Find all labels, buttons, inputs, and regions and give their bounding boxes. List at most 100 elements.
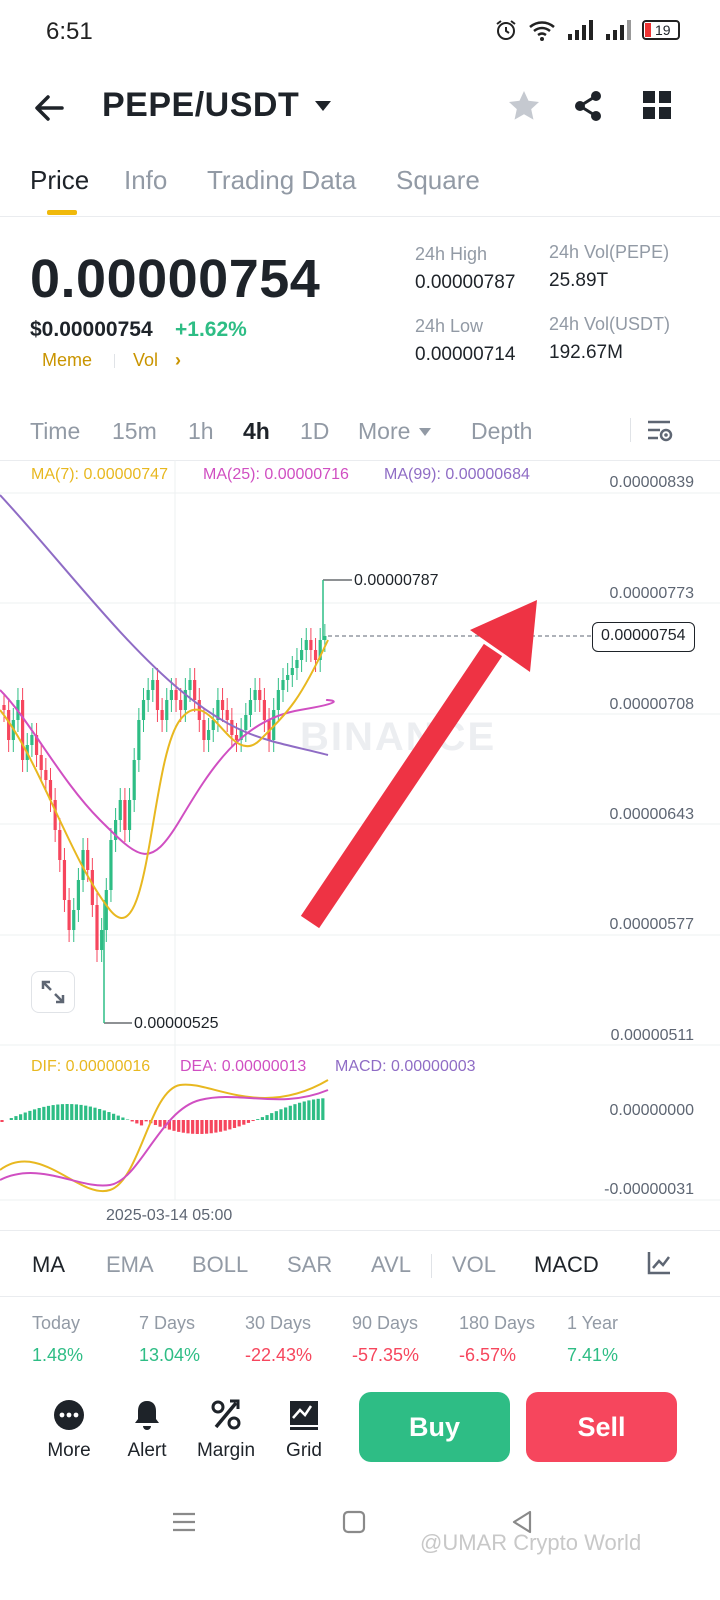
perf-label-7d: 7 Days: [139, 1313, 196, 1333]
trend-arrow: [300, 600, 537, 929]
candle-body: [2, 705, 6, 710]
tab-info[interactable]: Info: [124, 165, 167, 196]
favorite-button[interactable]: [506, 88, 542, 124]
macd-histogram-bar: [153, 1120, 158, 1126]
candle-body: [262, 700, 266, 720]
chart-bottom-divider: [0, 1230, 720, 1231]
tag-chevron-icon[interactable]: ›: [175, 350, 181, 371]
perf-value-90d: -57.35%: [352, 1345, 420, 1365]
candle-body: [132, 760, 136, 800]
battery-level: 19: [655, 22, 671, 38]
macd-histogram-bar: [242, 1120, 246, 1125]
fullscreen-button[interactable]: [31, 971, 75, 1013]
usd-price: $0.00000754: [30, 318, 153, 341]
candle-body: [165, 700, 169, 720]
interval-time[interactable]: Time: [30, 418, 80, 445]
alert-action[interactable]: Alert: [107, 1398, 187, 1462]
indicator-sar[interactable]: SAR: [287, 1252, 332, 1278]
pair-selector[interactable]: PEPE/USDT: [102, 86, 333, 125]
indicator-boll[interactable]: BOLL: [192, 1252, 248, 1278]
macd-histogram-bar: [181, 1120, 185, 1133]
dea-line: [0, 1089, 329, 1187]
y-tick-3: 0.00000708: [609, 696, 694, 713]
grid-action[interactable]: Grid: [264, 1398, 344, 1462]
macd-histogram-bar: [186, 1120, 190, 1134]
perf-label-180d: 180 Days: [459, 1313, 536, 1333]
time-axis-label: 2025-03-14 05:00: [106, 1207, 233, 1224]
macd-histogram-bar: [98, 1108, 102, 1120]
indicator-avl[interactable]: AVL: [371, 1252, 411, 1278]
tab-square[interactable]: Square: [396, 165, 480, 196]
macd-histogram-bar: [158, 1120, 162, 1127]
candle-body: [72, 910, 76, 930]
interval-depth[interactable]: Depth: [471, 418, 532, 445]
candle-body: [30, 735, 34, 745]
candle-body: [104, 890, 108, 930]
candle-body: [244, 715, 248, 730]
indicator-settings-button[interactable]: [646, 1250, 672, 1281]
interval-4h[interactable]: 4h: [243, 418, 270, 445]
candle-body: [76, 880, 80, 910]
macd-histogram-bar: [32, 1109, 37, 1120]
candle-body: [21, 700, 25, 760]
macd-histogram-bar: [228, 1120, 232, 1130]
macd-histogram-bar: [60, 1104, 65, 1120]
candle-body: [67, 900, 71, 930]
high-label: 24h High: [415, 244, 488, 264]
macd-histogram-bar: [256, 1119, 260, 1120]
candle-body: [281, 680, 285, 690]
sell-button[interactable]: Sell: [526, 1392, 677, 1462]
tabs-divider: [0, 216, 720, 217]
macd-histogram-bar: [246, 1120, 251, 1123]
share-button[interactable]: [570, 88, 606, 124]
current-price-tag[interactable]: 0.00000754: [592, 622, 695, 652]
tab-trading-data[interactable]: Trading Data: [207, 165, 356, 196]
candle-body: [313, 650, 318, 660]
macd-histogram-bar: [84, 1105, 88, 1120]
low-label: 24h Low: [415, 316, 484, 336]
candle-body: [188, 680, 192, 690]
tag-meme[interactable]: Meme: [42, 350, 92, 371]
macd-histogram-bar: [251, 1120, 255, 1122]
tab-price[interactable]: Price: [30, 165, 89, 196]
back-button[interactable]: [30, 88, 70, 128]
indicator-macd[interactable]: MACD: [534, 1252, 599, 1278]
candle-body: [39, 755, 43, 770]
macd-histogram-bar: [37, 1108, 41, 1120]
dea-legend: DEA: 0.00000013: [180, 1058, 307, 1075]
interval-more[interactable]: More: [358, 418, 410, 445]
candle-body: [169, 690, 173, 700]
vol-base-value: 25.89T: [549, 270, 609, 291]
footer-watermark: @UMAR Crypto World: [420, 1530, 642, 1555]
nav-home-button[interactable]: [340, 1508, 368, 1541]
price-change: +1.62%: [175, 318, 247, 341]
layout-button[interactable]: [640, 88, 676, 124]
y-tick-4: 0.00000643: [609, 806, 694, 823]
candle-body: [248, 700, 253, 715]
macd-histogram-bar: [139, 1120, 144, 1126]
indicator-ma[interactable]: MA: [32, 1252, 65, 1278]
macd-histogram-bar: [191, 1120, 195, 1134]
interval-15m[interactable]: 15m: [112, 418, 157, 445]
y-tick-1: 0.00000839: [609, 474, 694, 491]
indicator-vol[interactable]: VOL: [452, 1252, 496, 1278]
vol-quote-label: 24h Vol(USDT): [549, 314, 671, 334]
more-action[interactable]: More: [29, 1398, 109, 1462]
margin-action[interactable]: Margin: [186, 1398, 266, 1462]
chart-settings-button[interactable]: [646, 418, 674, 449]
interval-1h[interactable]: 1h: [188, 418, 214, 445]
chart-settings-icon: [648, 420, 673, 442]
tag-vol[interactable]: Vol: [133, 350, 158, 371]
dif-legend: DIF: 0.00000016: [31, 1058, 151, 1075]
macd-legend: MACD: 0.00000003: [335, 1058, 476, 1075]
buy-button[interactable]: Buy: [359, 1392, 510, 1462]
interval-1d[interactable]: 1D: [300, 418, 329, 445]
macd-histogram-bar: [260, 1117, 264, 1120]
nav-recents-button[interactable]: [170, 1508, 198, 1541]
candle-body: [295, 660, 299, 668]
macd-histogram-bar: [112, 1113, 116, 1120]
indicator-ema[interactable]: EMA: [106, 1252, 154, 1278]
candle-body: [44, 770, 48, 780]
macd-panel: [0, 600, 537, 1193]
indicator-chart-icon: [647, 1252, 670, 1275]
